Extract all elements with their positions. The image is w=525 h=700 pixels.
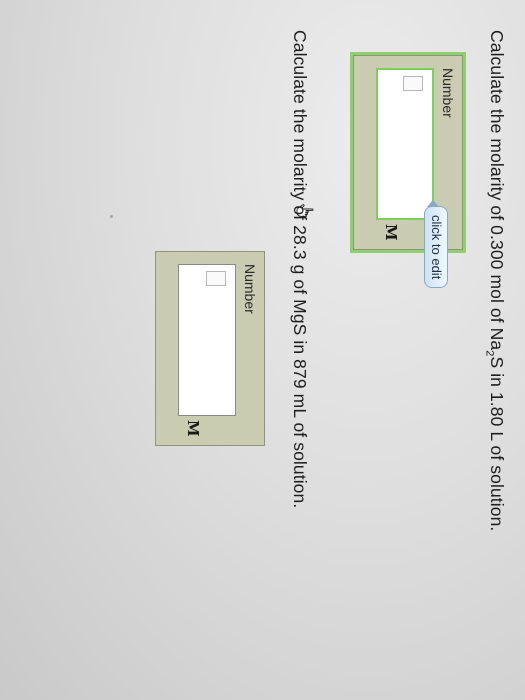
number-label: Number xyxy=(440,68,456,118)
answer-block-1: Number M click to edit xyxy=(296,55,463,289)
empty-box-icon xyxy=(403,76,423,91)
number-input-2[interactable] xyxy=(178,264,236,416)
question-1-text: Calculate the molarity of 0.300 mol of N… xyxy=(483,30,508,532)
click-to-edit-tooltip: click to edit xyxy=(424,206,448,289)
question-screen: Calculate the molarity of 0.300 mol of N… xyxy=(0,0,525,700)
empty-box-icon xyxy=(206,271,226,286)
question-2-text: Calculate the molarity of 28.3 g of MgS … xyxy=(290,30,310,509)
number-input-1[interactable] xyxy=(376,68,434,220)
number-label: Number xyxy=(242,264,258,314)
unit-label: M xyxy=(184,420,202,437)
screen-speck xyxy=(110,215,113,218)
unit-label: M xyxy=(382,224,400,241)
answer-block-2: Number M xyxy=(155,251,265,446)
